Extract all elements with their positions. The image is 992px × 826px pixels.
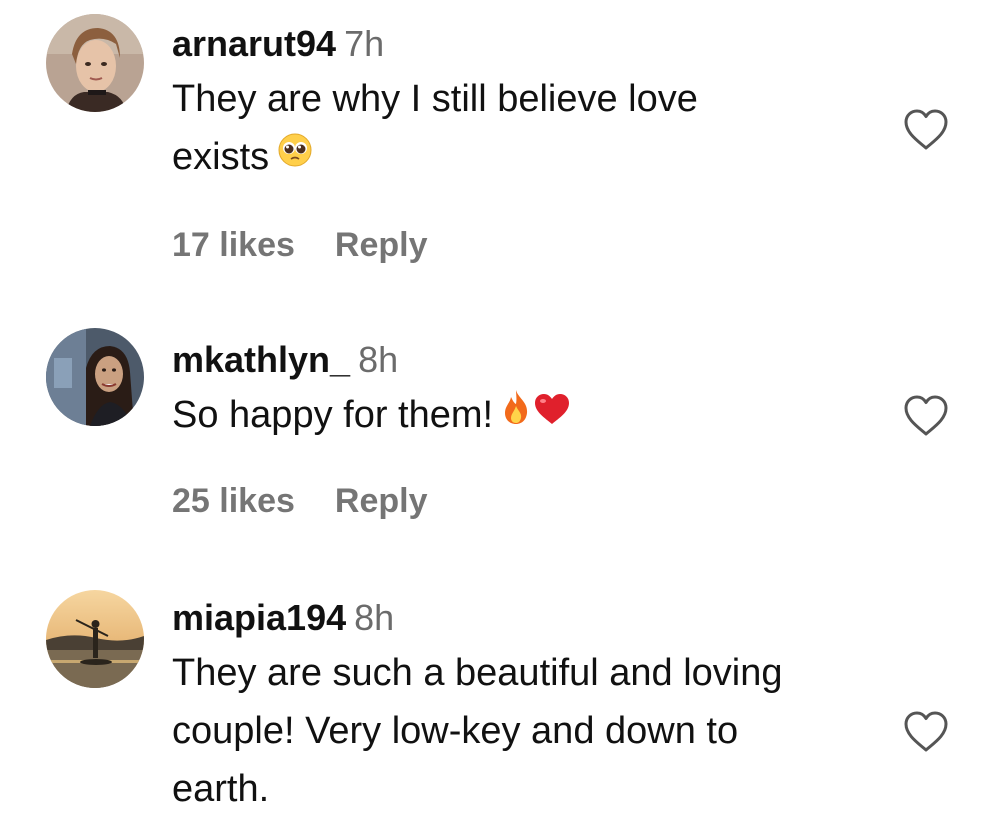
comment-text-block: They are such a beautiful and loving cou… <box>172 644 822 818</box>
likes-count[interactable]: 17 likes <box>172 226 295 264</box>
comment-text: So happy for them! <box>172 394 494 436</box>
comment-text: They are such a beautiful and loving cou… <box>172 652 783 810</box>
pleading-face-icon <box>277 127 313 185</box>
likes-count[interactable]: 25 likes <box>172 482 295 520</box>
comment-header: miapia194 8h <box>172 598 852 638</box>
username[interactable]: mkathlyn_ <box>172 339 350 380</box>
avatar[interactable] <box>46 14 144 112</box>
reply-button[interactable]: Reply <box>335 482 428 520</box>
like-heart-icon[interactable] <box>902 394 950 438</box>
comment-text-block: They are why I still believe love exists <box>172 70 792 188</box>
username[interactable]: arnarut94 <box>172 23 336 64</box>
like-heart-icon[interactable] <box>902 108 950 152</box>
timestamp: 8h <box>358 339 399 380</box>
like-heart-icon[interactable] <box>902 710 950 754</box>
red-heart-icon <box>533 385 571 443</box>
username[interactable]: miapia194 <box>172 597 346 638</box>
comment-text: They are why I still believe love exists <box>172 78 698 178</box>
avatar[interactable] <box>46 328 144 426</box>
comment-meta: 17 likes Reply <box>172 226 852 265</box>
reply-button[interactable]: Reply <box>335 226 428 264</box>
fire-icon <box>501 385 531 443</box>
avatar[interactable] <box>46 590 144 688</box>
comment-header: arnarut94 7h <box>172 24 852 64</box>
comment-meta: 25 likes Reply <box>172 482 852 521</box>
timestamp: 8h <box>354 597 395 638</box>
timestamp: 7h <box>344 23 385 64</box>
comment-header: mkathlyn_ 8h <box>172 340 852 380</box>
comment-text-block: So happy for them! <box>172 386 852 446</box>
